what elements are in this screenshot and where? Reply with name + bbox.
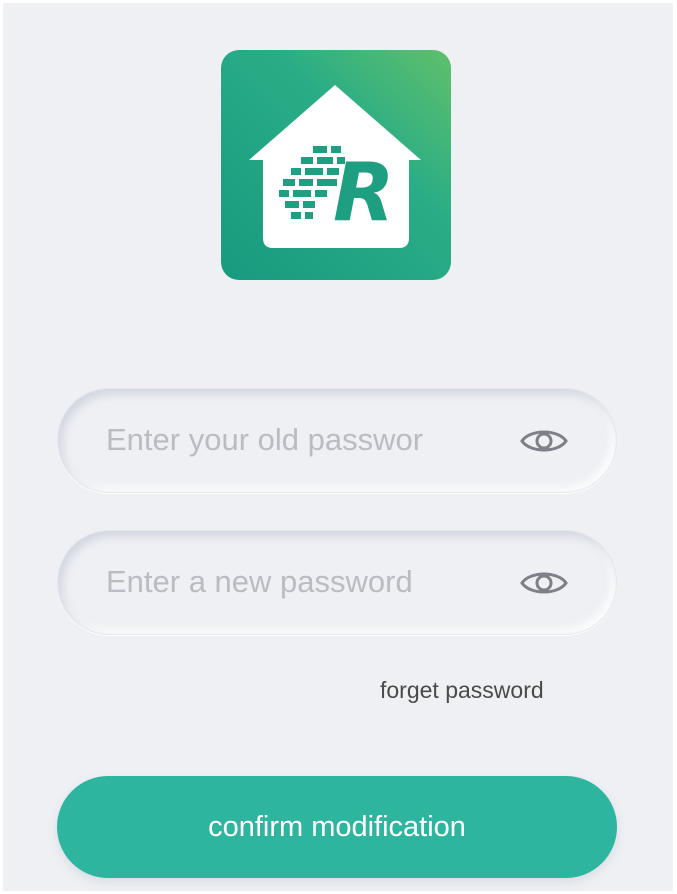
confirm-modification-button[interactable]: confirm modification <box>57 776 617 878</box>
forget-password-link[interactable]: forget password <box>380 677 544 704</box>
app-logo: R <box>221 50 451 280</box>
old-password-input[interactable] <box>106 415 446 465</box>
house-logo-icon: R <box>249 85 421 248</box>
new-password-field[interactable] <box>57 530 617 635</box>
change-password-screen: R forget password confirm modification <box>3 3 673 891</box>
eye-icon[interactable] <box>520 567 568 599</box>
new-password-input[interactable] <box>106 557 446 607</box>
old-password-field[interactable] <box>57 388 617 493</box>
logo-letter: R <box>333 146 395 239</box>
eye-icon[interactable] <box>520 425 568 457</box>
